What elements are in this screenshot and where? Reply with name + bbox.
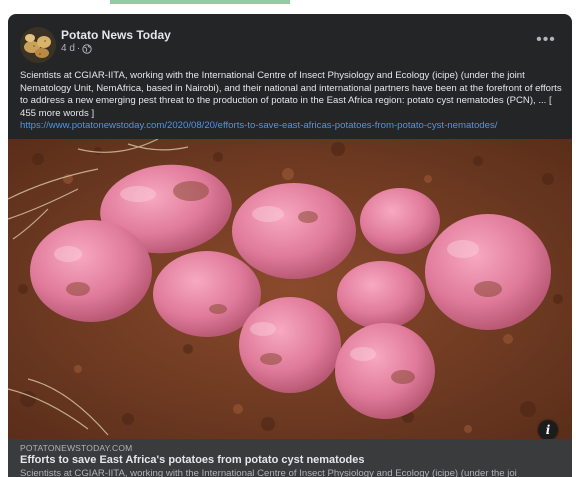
top-accent-line xyxy=(110,0,290,4)
globe-icon xyxy=(82,43,92,54)
meta-separator: · xyxy=(76,43,81,54)
link-preview[interactable]: POTATONEWSTODAY.COM Efforts to save East… xyxy=(8,439,572,477)
post-body: Scientists at CGIAR-IITA, working with t… xyxy=(20,70,564,133)
link-preview-description: Scientists at CGIAR-IITA, working with t… xyxy=(20,468,517,477)
page-avatar[interactable] xyxy=(20,27,56,63)
page-name[interactable]: Potato News Today xyxy=(61,28,171,42)
post-time[interactable]: 4 d xyxy=(61,43,75,54)
info-icon[interactable]: i xyxy=(538,420,558,440)
avatar-potatoes-image xyxy=(20,27,56,63)
more-options-icon[interactable]: ••• xyxy=(536,31,556,48)
post-body-text: Scientists at CGIAR-IITA, working with t… xyxy=(20,70,562,119)
potatoes-on-soil-image xyxy=(8,139,572,439)
post-card: Potato News Today 4 d · ••• Scientists a… xyxy=(8,14,572,477)
top-strip xyxy=(0,0,576,14)
link-preview-domain: POTATONEWSTODAY.COM xyxy=(20,443,133,453)
post-header: Potato News Today 4 d · ••• xyxy=(8,14,572,66)
post-meta: 4 d · xyxy=(61,43,92,54)
post-photo[interactable] xyxy=(8,139,572,439)
link-preview-title[interactable]: Efforts to save East Africa's potatoes f… xyxy=(20,454,365,466)
post-link[interactable]: https://www.potatonewstoday.com/2020/08/… xyxy=(20,120,564,133)
